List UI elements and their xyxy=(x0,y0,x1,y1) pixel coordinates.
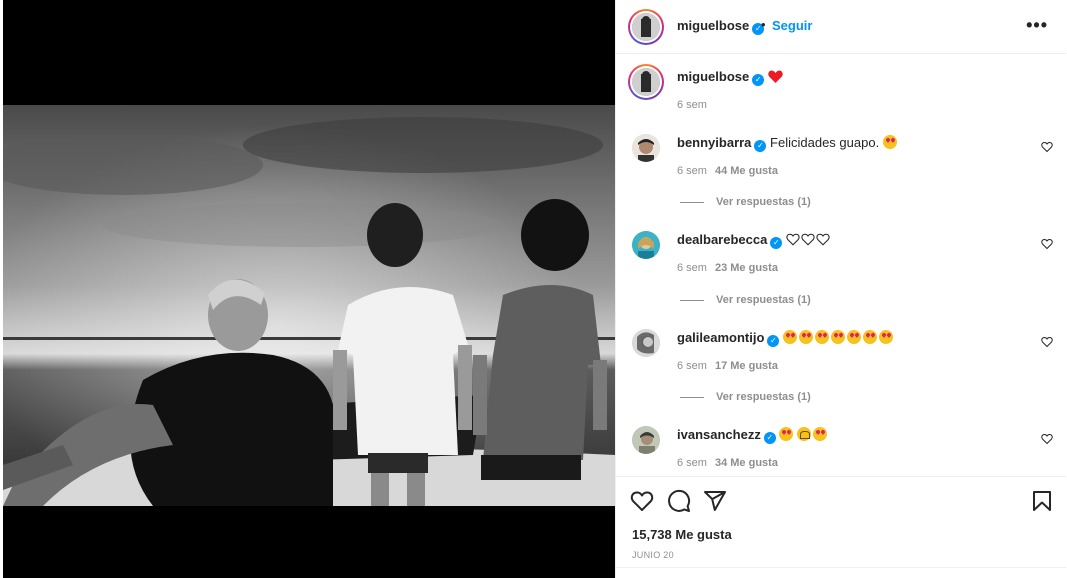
comment-like-heart-icon[interactable] xyxy=(1041,141,1053,153)
caption-text: miguelbose ✓ xyxy=(677,69,784,86)
view-replies-label[interactable]: Ver respuestas (1) xyxy=(716,196,811,208)
likes-count[interactable]: 15,738 Me gusta xyxy=(632,527,732,542)
comment-text: galileamontijo ✓ xyxy=(677,330,895,347)
comment-username[interactable]: bennyibarra xyxy=(677,135,751,150)
comment-likes[interactable]: 34 Me gusta xyxy=(715,457,778,469)
view-replies-label[interactable]: Ver respuestas (1) xyxy=(716,391,811,403)
author-username[interactable]: miguelbose ✓ xyxy=(677,18,765,35)
verified-badge-icon: ✓ xyxy=(767,335,780,347)
heart-eyes-emoji-icon xyxy=(831,330,846,344)
comment-time: 6 sem xyxy=(677,165,707,177)
view-replies-label[interactable]: Ver respuestas (1) xyxy=(716,294,811,306)
heart-eyes-emoji-icon xyxy=(882,135,897,149)
comment-avatar[interactable] xyxy=(632,426,660,454)
author-username-text[interactable]: miguelbose xyxy=(677,18,749,33)
comment-time: 6 sem xyxy=(677,262,707,274)
post-date: JUNIO 20 xyxy=(632,550,674,560)
view-replies-button[interactable]: Ver respuestas (1) xyxy=(680,391,811,403)
view-replies-button[interactable]: Ver respuestas (1) xyxy=(680,196,811,208)
caption-time: 6 sem xyxy=(677,99,707,111)
comment-likes[interactable]: 17 Me gusta xyxy=(715,360,778,372)
heart-eyes-emoji-icon xyxy=(815,330,830,344)
comment-body: Felicidades guapo. xyxy=(770,135,880,150)
white-heart-emoji-icon xyxy=(801,233,815,246)
heart-eyes-emoji-icon xyxy=(799,330,814,344)
paper-plane-icon[interactable] xyxy=(703,489,727,513)
post-actions-bar: 15,738 Me gusta JUNIO 20 xyxy=(616,476,1066,578)
comment-meta: 6 sem 17 Me gusta xyxy=(677,360,778,372)
comment-bubble-icon[interactable] xyxy=(667,489,691,513)
comment-username[interactable]: galileamontijo xyxy=(677,330,764,345)
verified-badge-icon: ✓ xyxy=(770,237,783,249)
verified-badge-icon: ✓ xyxy=(763,432,776,444)
comment-username[interactable]: ivansanchezz xyxy=(677,427,761,442)
raising-hands-emoji-icon xyxy=(797,427,812,441)
post-header: miguelbose ✓ • Seguir ••• xyxy=(616,0,1066,54)
heart-eyes-emoji-icon xyxy=(783,330,798,344)
author-avatar[interactable] xyxy=(628,9,664,45)
white-heart-emoji-icon xyxy=(816,233,830,246)
view-replies-button[interactable]: Ver respuestas (1) xyxy=(680,294,811,306)
verified-badge-icon: ✓ xyxy=(752,74,765,86)
comment-meta: 6 sem 44 Me gusta xyxy=(677,165,778,177)
comment-username[interactable]: dealbarebecca xyxy=(677,232,767,247)
comment-avatar[interactable] xyxy=(632,329,660,357)
comment-text: ivansanchezz ✓ xyxy=(677,427,829,444)
more-options-icon[interactable]: ••• xyxy=(1026,15,1048,36)
white-heart-emoji-icon xyxy=(786,233,800,246)
separator-dot: • xyxy=(761,17,766,32)
author-avatar-image xyxy=(632,13,660,41)
heart-outline-icon[interactable] xyxy=(630,489,654,513)
caption-avatar[interactable] xyxy=(628,64,664,100)
comment-like-heart-icon[interactable] xyxy=(1041,433,1053,445)
comment-avatar[interactable] xyxy=(632,231,660,259)
heart-eyes-emoji-icon xyxy=(879,330,894,344)
follow-button[interactable]: Seguir xyxy=(772,18,812,33)
verified-badge-icon: ✓ xyxy=(754,140,767,152)
comment-like-heart-icon[interactable] xyxy=(1041,238,1053,250)
comment-time: 6 sem xyxy=(677,457,707,469)
comment-meta: 6 sem 34 Me gusta xyxy=(677,457,778,469)
comment-meta: 6 sem 23 Me gusta xyxy=(677,262,778,274)
photo-image xyxy=(3,105,615,506)
comment-likes[interactable]: 23 Me gusta xyxy=(715,262,778,274)
post-side-panel: miguelbose ✓ • Seguir ••• miguelbose ✓ 6 s… xyxy=(615,0,1067,578)
heart-eyes-emoji-icon xyxy=(847,330,862,344)
comment-like-heart-icon[interactable] xyxy=(1041,336,1053,348)
comment-time: 6 sem xyxy=(677,360,707,372)
caption-username[interactable]: miguelbose xyxy=(677,69,749,84)
post-media xyxy=(3,0,615,578)
heart-eyes-emoji-icon xyxy=(779,427,794,441)
comments-list[interactable]: miguelbose ✓ 6 sem bennyibarra ✓ Felicidad… xyxy=(616,55,1066,475)
comment-avatar[interactable] xyxy=(632,134,660,162)
red-heart-emoji-icon xyxy=(768,70,783,83)
instagram-post-dialog: miguelbose ✓ • Seguir ••• miguelbose ✓ 6 s… xyxy=(0,0,1067,578)
comment-likes[interactable]: 44 Me gusta xyxy=(715,165,778,177)
heart-eyes-emoji-icon xyxy=(813,427,828,441)
post-photo[interactable] xyxy=(3,105,615,506)
comment-text: dealbarebecca ✓ xyxy=(677,232,831,249)
bookmark-icon[interactable] xyxy=(1030,489,1054,513)
comment-text: bennyibarra ✓ Felicidades guapo. xyxy=(677,135,899,152)
heart-eyes-emoji-icon xyxy=(863,330,878,344)
add-comment-area[interactable] xyxy=(616,567,1066,578)
